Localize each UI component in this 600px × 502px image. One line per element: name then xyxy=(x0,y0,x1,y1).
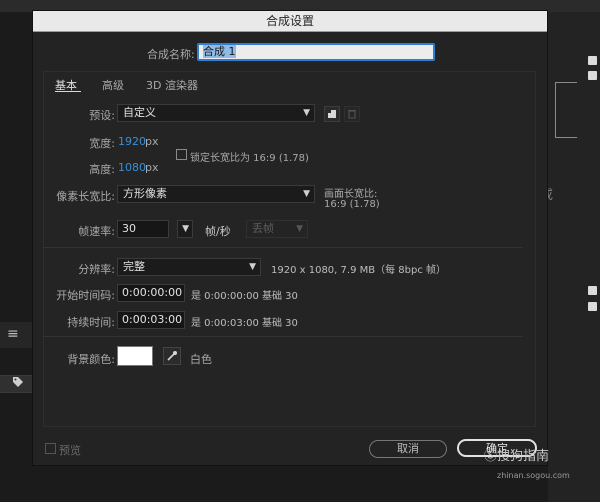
frame-aspect-value: 16:9 (1.78) xyxy=(324,199,380,210)
frame-rate-unit: 帧/秒 xyxy=(205,225,231,238)
preview-label: 预览 xyxy=(59,444,81,457)
preset-select[interactable]: 自定义 ▼ xyxy=(117,104,315,122)
width-value[interactable]: 1920 xyxy=(118,135,146,148)
width-unit: px xyxy=(145,135,159,148)
start-timecode-input[interactable]: 0:00:00:00 xyxy=(117,284,185,302)
settings-panel xyxy=(43,71,536,427)
resolution-select[interactable]: 完整 ▼ xyxy=(117,258,261,276)
frame-rate-label: 帧速率: xyxy=(78,225,115,238)
tag-icon[interactable] xyxy=(13,377,23,390)
resolution-value: 完整 xyxy=(123,260,145,273)
resolution-info: 1920 x 1080, 7.9 MB（每 8bpc 帧） xyxy=(271,265,447,276)
bg-color-swatch[interactable] xyxy=(117,346,153,366)
tab-advanced[interactable]: 高级 xyxy=(102,77,124,93)
chevron-down-icon: ▼ xyxy=(296,224,303,234)
app-checkbox[interactable] xyxy=(588,71,597,80)
start-timecode-label: 开始时间码: xyxy=(56,289,115,302)
duration-label: 持续时间: xyxy=(67,316,115,329)
drop-frame-select: 丢帧 ▼ xyxy=(246,220,308,238)
frame-aspect-label: 画面长宽比: xyxy=(324,189,378,200)
resolution-label: 分辨率: xyxy=(78,263,115,276)
frame-rate-input[interactable]: 30 xyxy=(117,220,169,238)
app-right-frame xyxy=(555,82,577,138)
divider xyxy=(43,336,523,337)
preset-value: 自定义 xyxy=(123,106,156,119)
bg-color-label: 背景颜色: xyxy=(67,353,115,366)
chevron-down-icon: ▼ xyxy=(249,262,256,272)
pixel-aspect-label: 像素长宽比: xyxy=(56,190,115,203)
save-preset-button[interactable] xyxy=(324,106,340,122)
lock-aspect-label: 锁定长宽比为 16:9 (1.78) xyxy=(190,153,309,164)
trash-icon xyxy=(348,110,356,119)
dialog-title: 合成设置 xyxy=(33,11,547,32)
save-icon xyxy=(328,110,336,118)
pixel-aspect-value: 方形像素 xyxy=(123,187,167,200)
chevron-down-icon: ▼ xyxy=(303,189,310,199)
duration-input[interactable]: 0:00:03:00 xyxy=(117,311,185,329)
pixel-aspect-select[interactable]: 方形像素 ▼ xyxy=(117,185,315,203)
eyedropper-icon xyxy=(167,351,177,361)
app-checkbox[interactable] xyxy=(588,56,597,65)
chevron-down-icon: ▼ xyxy=(182,224,189,234)
bg-color-name: 白色 xyxy=(190,353,212,366)
preset-label: 预设: xyxy=(89,109,115,122)
watermark-url: zhinan.sogou.com xyxy=(497,471,570,480)
comp-name-input[interactable]: 合成 1 xyxy=(197,43,435,61)
composition-settings-dialog: 合成设置 合成名称: 合成 1 基本 高级 3D 渲染器 预设: 自定义 ▼ 宽… xyxy=(32,10,548,466)
tab-3d-renderer[interactable]: 3D 渲染器 xyxy=(146,77,198,93)
drop-frame-value: 丢帧 xyxy=(252,222,274,235)
width-label: 宽度: xyxy=(89,137,115,150)
tab-active-indicator xyxy=(55,91,81,92)
cancel-button[interactable]: 取消 xyxy=(369,440,447,458)
height-value[interactable]: 1080 xyxy=(118,161,146,174)
panel-menu-icon[interactable]: ≡ xyxy=(7,326,19,342)
divider xyxy=(43,247,523,248)
eyedropper-button[interactable] xyxy=(163,347,181,365)
duration-info: 是 0:00:03:00 基础 30 xyxy=(191,318,298,329)
delete-preset-button[interactable] xyxy=(344,106,360,122)
chevron-down-icon: ▼ xyxy=(303,108,310,118)
frame-rate-dropdown[interactable]: ▼ xyxy=(177,220,193,238)
preview-checkbox[interactable] xyxy=(45,443,56,454)
comp-name-label: 合成名称: xyxy=(147,48,195,61)
lock-aspect-checkbox[interactable] xyxy=(176,149,187,160)
height-label: 高度: xyxy=(89,163,115,176)
app-checkbox[interactable] xyxy=(588,302,597,311)
start-timecode-info: 是 0:00:00:00 基础 30 xyxy=(191,291,298,302)
height-unit: px xyxy=(145,161,159,174)
app-checkbox[interactable] xyxy=(588,286,597,295)
comp-name-value: 合成 1 xyxy=(203,45,236,58)
watermark-text: Ⓢ搜狗指南 xyxy=(484,449,550,464)
